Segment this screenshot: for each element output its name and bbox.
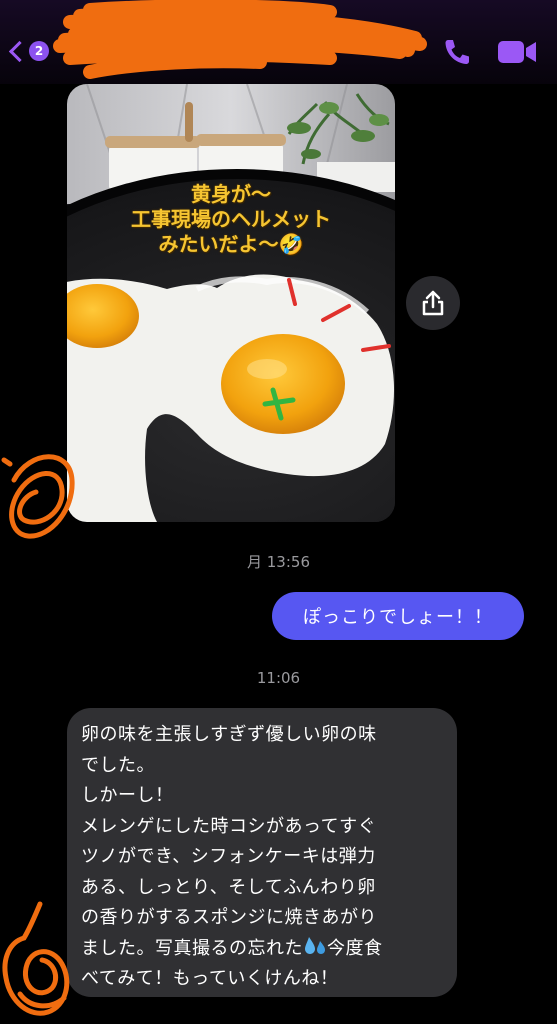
chevron-left-icon — [8, 40, 31, 62]
video-call-button[interactable] — [496, 38, 538, 66]
message-line: ツノができ、シフォンケーキは弾力 — [81, 846, 376, 867]
redaction-scribble — [53, 0, 427, 79]
message-text: 今度食 — [327, 937, 383, 959]
chat-header: 2 — [0, 0, 557, 84]
phone-icon — [445, 40, 469, 64]
outgoing-message-bubble[interactable]: ぽっこりでしょー！！ — [272, 592, 524, 640]
message-line: しかーし！ — [81, 785, 174, 806]
shared-photo[interactable]: 黄身が〜 工事現場のヘルメット みたいだよ〜🤣 — [67, 84, 395, 522]
unread-badge: 2 — [29, 41, 49, 61]
timestamp: 月 13:56 — [247, 553, 310, 571]
caption-line: 工事現場のヘルメット — [131, 207, 331, 231]
share-icon — [422, 290, 444, 316]
message-line: べてみて！もっていくけんね！ — [81, 968, 339, 989]
message-line: メレンゲにした時コシがあってすぐ — [81, 815, 377, 837]
timestamp: 11:06 — [256, 669, 301, 687]
message-line: でした。 — [81, 754, 155, 776]
message-line: 卵の味を主張しすぎず優しい卵の味 — [81, 724, 377, 745]
message-line: ました。写真撮るの忘れた 今度食 — [81, 934, 445, 965]
share-button[interactable] — [406, 276, 460, 330]
incoming-message-bubble[interactable]: 卵の味を主張しすぎず優しい卵の味 でした。 しかーし！ メレンゲにした時コシがあ… — [67, 708, 457, 997]
message-line: ある、しっとり、そしてふんわり卵 — [81, 876, 376, 898]
photo-caption: 黄身が〜 工事現場のヘルメット みたいだよ〜🤣 — [67, 182, 395, 257]
caption-line: みたいだよ〜🤣 — [158, 232, 304, 256]
back-button[interactable]: 2 — [6, 36, 52, 66]
sweat-droplets-icon — [305, 936, 325, 954]
message-text: ました。写真撮るの忘れた — [81, 937, 303, 959]
caption-line: 黄身が〜 — [191, 182, 271, 206]
video-camera-icon — [498, 41, 536, 63]
chat-screen: 2 黄身が〜 工事現場のヘルメット みたいだよ〜🤣 月 13:56 ぽっこりでし… — [0, 0, 557, 1024]
fried-eggs-image — [67, 84, 395, 522]
message-line: の香りがするスポンジに焼きあがり — [81, 907, 377, 928]
call-button[interactable] — [440, 36, 474, 68]
